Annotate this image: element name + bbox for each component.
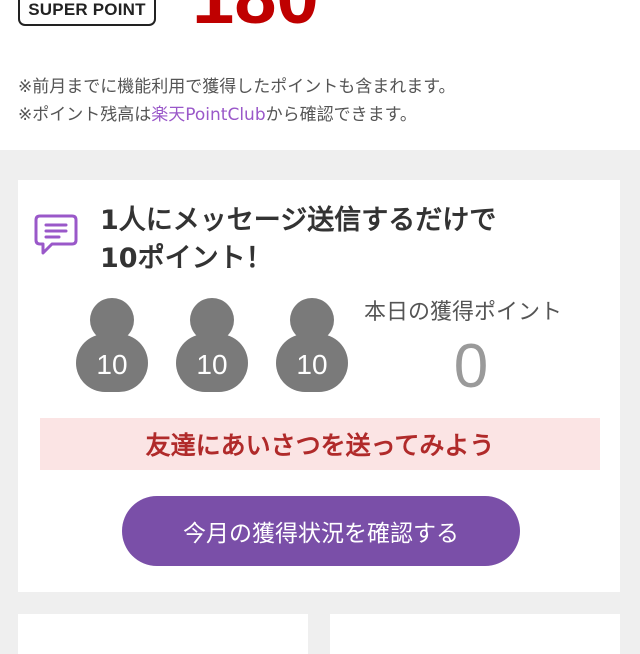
points-balance: 180 [192,0,319,36]
person-body: 10 [176,334,248,392]
campaign-headline: 1人にメッセージ送信するだけで 10ポイント！ [100,202,496,278]
person-body: 10 [76,334,148,392]
note-line-1: ※前月までに機能利用で獲得したポイントも含まれます。 [18,77,456,97]
bottom-card-left[interactable] [18,614,308,654]
bottom-card-right[interactable] [330,614,620,654]
greeting-banner: 友達にあいさつを送ってみよう [40,418,600,470]
today-points-label: 本日の獲得ポイント [364,300,563,325]
note-line-2-suffix: から確認できます。 [265,105,417,125]
person-slot-1: 10 [76,298,148,394]
today-points-value: 0 [453,332,489,401]
check-monthly-status-button[interactable]: 今月の獲得状況を確認する [122,496,520,566]
headline-line-1: 1人にメッセージ送信するだけで [100,205,497,236]
slot-points: 10 [296,349,328,380]
person-slot-2: 10 [176,298,248,394]
message-campaign-card: 1人にメッセージ送信するだけで 10ポイント！ 10 10 10 本日の獲得ポイ… [18,180,620,592]
chat-bubble-icon [34,214,78,255]
slot-points: 10 [96,349,128,380]
points-summary: SUPER POINT 180 ※前月までに機能利用で獲得したポイントも含まれま… [0,0,640,150]
slot-points: 10 [196,349,228,380]
person-body: 10 [276,334,348,392]
pointclub-link[interactable]: 楽天PointClub [151,105,265,125]
note-line-2: ※ポイント残高は楽天PointClubから確認できます。 [18,100,417,125]
person-slot-3: 10 [276,298,348,394]
super-point-badge: SUPER POINT [18,0,156,26]
note-line-2-prefix: ※ポイント残高は [18,105,152,125]
headline-line-2: 10ポイント！ [100,243,273,274]
